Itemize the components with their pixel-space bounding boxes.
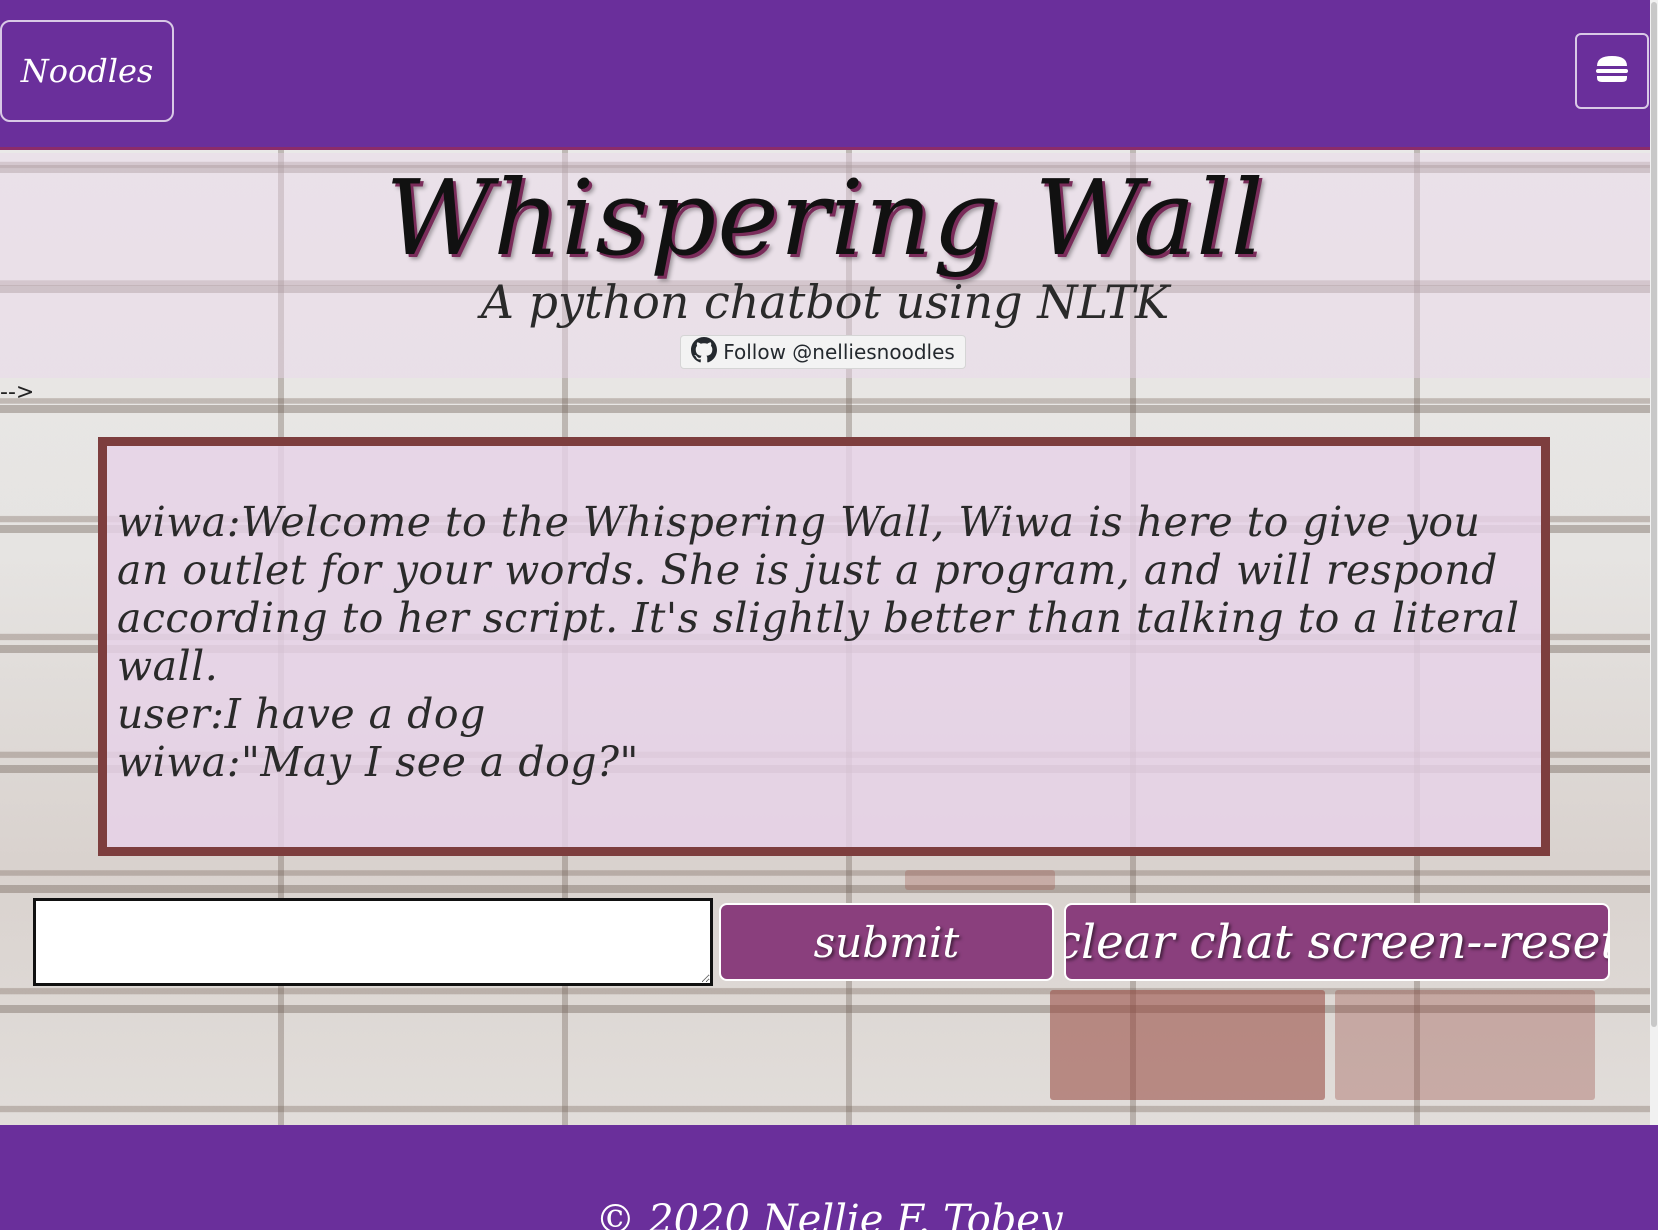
brand-link[interactable]: Noodles xyxy=(0,20,174,122)
page-subtitle: A python chatbot using NLTK xyxy=(480,275,1170,329)
chat-message: wiwa:"May I see a dog?" xyxy=(117,738,639,786)
page-footer: © 2020 Nellie F. Tobey xyxy=(0,1125,1658,1230)
stray-comment-text: --> xyxy=(0,380,35,405)
copyright-text: © 2020 Nellie F. Tobey xyxy=(595,1197,1063,1230)
github-follow-label: Follow @nelliesnoodles xyxy=(723,340,955,364)
top-navbar: Noodles xyxy=(0,0,1650,150)
clear-chat-button[interactable]: clear chat screen--reset xyxy=(1064,903,1610,981)
burger-icon xyxy=(1594,54,1630,88)
scrollbar-thumb[interactable] xyxy=(1651,2,1657,1027)
submit-button[interactable]: submit xyxy=(719,903,1054,981)
github-icon xyxy=(691,336,718,368)
page-title: Whispering Wall xyxy=(385,157,1265,279)
chat-log: wiwa:Welcome to the Whispering Wall, Wiw… xyxy=(98,437,1550,856)
navbar-toggle-button[interactable] xyxy=(1575,33,1649,109)
page-header: Whispering Wall A python chatbot using N… xyxy=(0,153,1650,378)
chat-message: user:I have a dog xyxy=(117,690,486,738)
chat-input[interactable] xyxy=(33,898,713,986)
red-brick-decor xyxy=(1335,990,1595,1100)
red-brick-decor xyxy=(905,870,1055,890)
red-brick-decor xyxy=(1050,990,1325,1100)
chat-message: wiwa:Welcome to the Whispering Wall, Wiw… xyxy=(117,498,1520,690)
github-follow-button[interactable]: Follow @nelliesnoodles xyxy=(680,335,966,369)
